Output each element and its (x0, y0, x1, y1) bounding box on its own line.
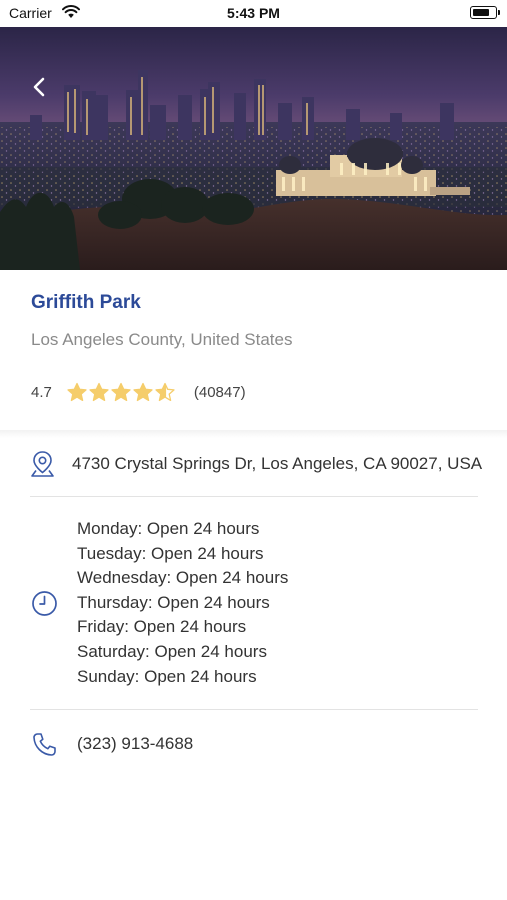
phone-number[interactable]: (323) 913-4688 (77, 734, 193, 754)
star-icon (155, 382, 175, 402)
star-icon (111, 382, 131, 402)
status-bar: Carrier 5:43 PM (0, 0, 507, 27)
divider (30, 709, 478, 710)
battery-icon (470, 6, 500, 19)
hours-monday: Monday: Open 24 hours (77, 519, 260, 538)
hours-sunday: Sunday: Open 24 hours (77, 666, 257, 686)
star-rating (66, 382, 176, 402)
address-text[interactable]: 4730 Crystal Springs Dr, Los Angeles, CA… (72, 454, 482, 474)
city-skyline-photo (0, 27, 507, 270)
hours-tuesday: Tuesday: Open 24 hours (77, 543, 264, 563)
hours-saturday: Saturday: Open 24 hours (77, 641, 267, 661)
hours-wednesday: Wednesday: Open 24 hours (77, 568, 289, 588)
divider (30, 496, 478, 497)
star-icon (89, 382, 109, 402)
chevron-left-icon (33, 77, 45, 97)
status-time: 5:43 PM (227, 5, 280, 21)
opening-hours-list: Monday: Open 24 hours Tuesday: Open 24 h… (77, 517, 288, 689)
hours-friday: Friday: Open 24 hours (77, 617, 247, 637)
map-pin-icon (31, 451, 54, 477)
place-region: Los Angeles County, United States (31, 330, 293, 349)
star-icon (67, 382, 87, 402)
star-icon (133, 382, 153, 402)
clock-icon (32, 591, 57, 616)
hero-image (0, 27, 507, 270)
hours-thursday: Thursday: Open 24 hours (77, 592, 270, 612)
section-separator (0, 430, 507, 438)
place-title: Griffith Park (31, 292, 141, 313)
rating-value: 4.7 (31, 383, 52, 401)
review-count: (40847) (193, 383, 246, 401)
rating-row: 4.7 (40847) (31, 382, 246, 402)
phone-icon (33, 733, 56, 756)
back-button[interactable] (24, 71, 56, 103)
